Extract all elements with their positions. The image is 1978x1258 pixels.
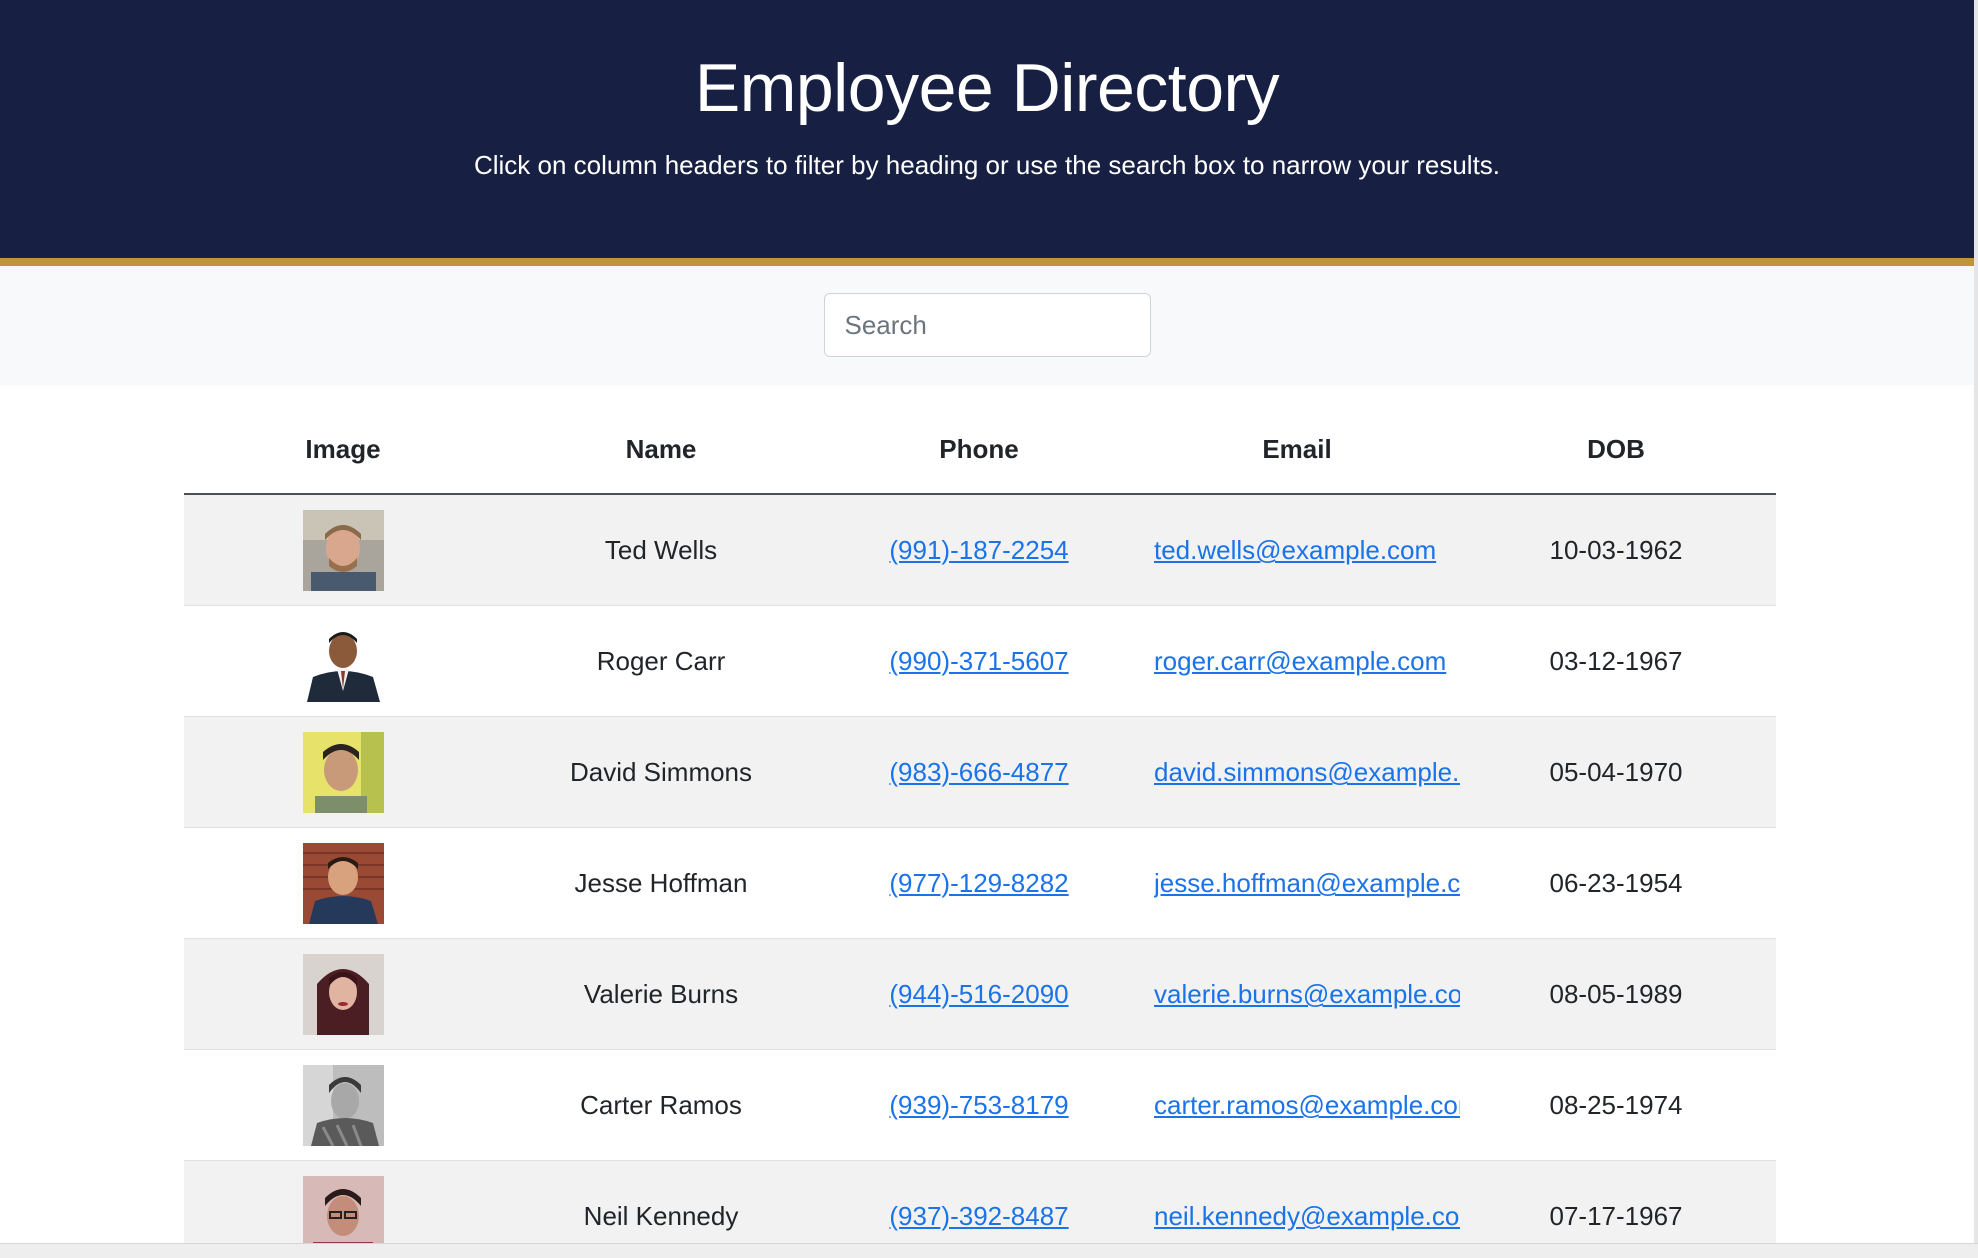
email-link[interactable]: neil.kennedy@example.com [1154, 1201, 1460, 1231]
table-row: Jesse Hoffman (977)-129-8282 jesse.hoffm… [184, 827, 1776, 939]
email-clip: ted.wells@example.com [1154, 535, 1460, 566]
image-cell [184, 605, 502, 717]
employee-table: Image Name Phone Email DOB Ted Wells (99… [184, 405, 1776, 1258]
name-cell: Ted Wells [502, 494, 820, 606]
page-title: Employee Directory [694, 50, 1280, 126]
table-row: Roger Carr (990)-371-5607 roger.carr@exa… [184, 605, 1776, 717]
email-clip: carter.ramos@example.com [1154, 1090, 1460, 1121]
dob-cell: 08-05-1989 [1456, 938, 1776, 1050]
table-header-row: Image Name Phone Email DOB [184, 405, 1776, 495]
avatar [302, 1064, 384, 1146]
name-cell: Valerie Burns [502, 938, 820, 1050]
email-link[interactable]: carter.ramos@example.com [1154, 1090, 1460, 1120]
dob-cell: 06-23-1954 [1456, 827, 1776, 939]
email-cell: carter.ramos@example.com [1138, 1049, 1460, 1161]
avatar [302, 953, 384, 1035]
phone-link[interactable]: (990)-371-5607 [889, 646, 1068, 676]
phone-cell: (977)-129-8282 [820, 827, 1138, 939]
table-row: Carter Ramos (939)-753-8179 carter.ramos… [184, 1049, 1776, 1161]
dob-cell: 03-12-1967 [1456, 605, 1776, 717]
avatar [302, 509, 384, 591]
table-header: Image Name Phone Email DOB [184, 405, 1776, 495]
image-cell [184, 716, 502, 828]
email-link[interactable]: david.simmons@example.com [1154, 757, 1460, 787]
phone-link[interactable]: (977)-129-8282 [889, 868, 1068, 898]
phone-cell: (990)-371-5607 [820, 605, 1138, 717]
page-header: Employee Directory Click on column heade… [0, 0, 1974, 266]
column-header-image[interactable]: Image [184, 405, 502, 495]
avatar [302, 842, 384, 924]
email-clip: neil.kennedy@example.com [1154, 1201, 1460, 1232]
name-cell: Roger Carr [502, 605, 820, 717]
dob-cell: 05-04-1970 [1456, 716, 1776, 828]
search-bar [0, 266, 1974, 385]
browser-viewport: Employee Directory Click on column heade… [0, 0, 1978, 1258]
image-cell [184, 494, 502, 606]
vertical-scrollbar[interactable] [1974, 0, 1978, 1258]
table-row: David Simmons (983)-666-4877 david.simmo… [184, 716, 1776, 828]
email-cell: ted.wells@example.com [1138, 494, 1456, 606]
email-link[interactable]: jesse.hoffman@example.com [1154, 868, 1460, 898]
name-cell: Carter Ramos [502, 1049, 820, 1161]
email-cell: valerie.burns@example.com [1138, 938, 1460, 1050]
column-header-name[interactable]: Name [502, 405, 820, 495]
phone-cell: (983)-666-4877 [820, 716, 1138, 828]
page-subtitle: Click on column headers to filter by hea… [473, 150, 1501, 180]
search-input[interactable] [823, 293, 1151, 357]
column-header-email[interactable]: Email [1138, 405, 1456, 495]
image-cell [184, 827, 502, 939]
phone-link[interactable]: (944)-516-2090 [889, 979, 1068, 1009]
phone-link[interactable]: (991)-187-2254 [889, 535, 1068, 565]
column-header-dob[interactable]: DOB [1456, 405, 1776, 495]
email-clip: roger.carr@example.com [1154, 646, 1460, 677]
email-cell: roger.carr@example.com [1138, 605, 1456, 717]
page: Employee Directory Click on column heade… [0, 0, 1974, 1258]
email-cell: jesse.hoffman@example.com [1138, 827, 1460, 939]
table-body: Ted Wells (991)-187-2254 ted.wells@examp… [184, 494, 1776, 1258]
avatar [302, 731, 384, 813]
phone-cell: (991)-187-2254 [820, 494, 1138, 606]
email-cell: david.simmons@example.com [1138, 716, 1460, 828]
phone-link[interactable]: (983)-666-4877 [889, 757, 1068, 787]
phone-link[interactable]: (937)-392-8487 [889, 1201, 1068, 1231]
horizontal-scrollbar[interactable] [0, 1243, 1978, 1258]
email-clip: valerie.burns@example.com [1154, 979, 1460, 1010]
name-cell: Jesse Hoffman [502, 827, 820, 939]
name-cell: David Simmons [502, 716, 820, 828]
avatar [302, 620, 384, 702]
employee-table-container: Image Name Phone Email DOB Ted Wells (99… [184, 405, 1776, 1258]
email-link[interactable]: ted.wells@example.com [1154, 535, 1436, 565]
dob-cell: 08-25-1974 [1456, 1049, 1776, 1161]
column-header-phone[interactable]: Phone [820, 405, 1138, 495]
email-clip: jesse.hoffman@example.com [1154, 868, 1460, 899]
phone-cell: (939)-753-8179 [820, 1049, 1138, 1161]
table-row: Valerie Burns (944)-516-2090 valerie.bur… [184, 938, 1776, 1050]
image-cell [184, 1049, 502, 1161]
image-cell [184, 938, 502, 1050]
dob-cell: 10-03-1962 [1456, 494, 1776, 606]
email-link[interactable]: valerie.burns@example.com [1154, 979, 1460, 1009]
email-clip: david.simmons@example.com [1154, 757, 1460, 788]
table-row: Ted Wells (991)-187-2254 ted.wells@examp… [184, 494, 1776, 606]
email-link[interactable]: roger.carr@example.com [1154, 646, 1446, 676]
phone-link[interactable]: (939)-753-8179 [889, 1090, 1068, 1120]
phone-cell: (944)-516-2090 [820, 938, 1138, 1050]
